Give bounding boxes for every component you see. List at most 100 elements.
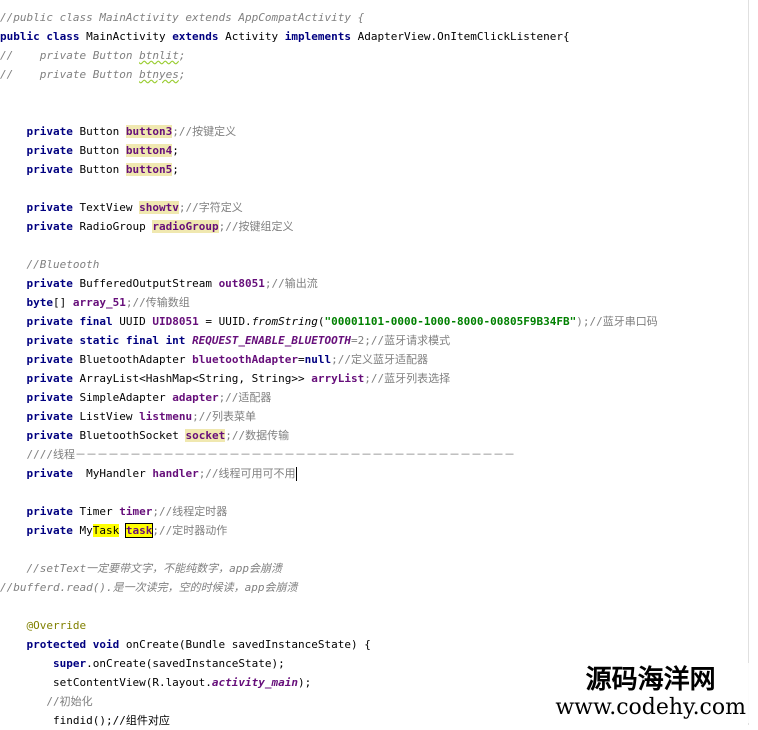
code-token: handler [152,467,199,480]
code-token: showtv [139,201,179,214]
code-token: //public class MainActivity extends AppC… [0,11,365,24]
code-line[interactable]: protected void onCreate(Bundle savedInst… [0,635,371,654]
code-token: UID8051 [152,315,199,328]
code-token: ;//线程定时器 [152,505,228,518]
code-line[interactable]: super.onCreate(savedInstanceState); [0,654,285,673]
code-token: =2;//蓝牙请求模式 [351,334,451,347]
code-editor[interactable]: //public class MainActivity extends AppC… [0,0,758,727]
code-token: private static final int [0,334,193,347]
code-token: = [298,353,305,366]
code-token: //bufferd.read().是一次读完，空的时候读，app会崩溃 [0,581,298,594]
code-token: ;//适配器 [218,391,272,404]
code-line[interactable]: // private Button btnyes; [0,65,185,84]
code-token: AdapterView.OnItemClickListener{ [357,30,570,43]
code-line[interactable]: setContentView(R.layout.activity_main); [0,673,311,692]
code-token: bluetoothAdapter [192,353,299,366]
code-token: listmenu [139,410,193,423]
code-line[interactable]: findid();//组件对应 [0,711,170,730]
code-token: ;//字符定义 [178,201,243,214]
code-token: Task [92,524,120,537]
code-line[interactable]: private BluetoothAdapter bluetoothAdapte… [0,350,428,369]
code-token: ArrayList<HashMap<String, String>> [79,372,312,385]
code-token: button4 [125,144,173,157]
code-token: private [0,524,80,537]
code-token: button5 [125,163,173,176]
code-token: ; [178,68,186,81]
code-token: private [0,391,80,404]
code-token: fromString [251,315,318,328]
code-token: RadioGroup [79,220,153,233]
code-token: ;//按键定义 [172,125,237,138]
code-token: button3 [125,125,173,138]
code-token: out8051 [218,277,265,290]
code-token: private [0,163,80,176]
code-line[interactable]: byte[] array_51;//传输数组 [0,293,189,312]
code-token: MainActivity [86,30,173,43]
code-line[interactable]: private RadioGroup radioGroup;//按键组定义 [0,217,293,236]
code-line[interactable]: private BufferedOutputStream out8051;//输… [0,274,317,293]
code-token: UUID [119,315,153,328]
code-token: // private Button [0,68,140,81]
code-line[interactable]: private Button button3;//按键定义 [0,122,236,141]
code-line[interactable]: private SimpleAdapter adapter;//适配器 [0,388,271,407]
code-token: radioGroup [152,220,219,233]
code-token: btnlit [139,49,179,62]
code-token: super [0,657,87,670]
code-token: private [0,505,80,518]
code-token: private [0,277,80,290]
code-line[interactable]: @Override [0,616,86,635]
code-token: TextView [79,201,140,214]
code-line[interactable]: private ListView listmenu;//列表菜单 [0,407,256,426]
code-token: null [304,353,332,366]
code-line[interactable]: //setText一定要带文字，不能纯数字，app会崩溃 [0,559,281,578]
code-token: private [0,372,80,385]
code-line[interactable]: //bufferd.read().是一次读完，空的时候读，app会崩溃 [0,578,297,597]
code-token: // private Button [0,49,140,62]
code-line[interactable]: private Timer timer;//线程定时器 [0,502,227,521]
code-token: socket [185,429,226,442]
code-token: ListView [79,410,140,423]
code-token: private final [0,315,120,328]
code-line[interactable]: private MyHandler handler;//线程可用可不用 [0,464,297,483]
code-token: ;//列表菜单 [192,410,256,423]
watermark: 源码海洋网 www.codehy.com [551,663,750,723]
code-token: ;//线程可用可不用 [198,467,296,480]
code-token: @Override [0,619,87,632]
code-token: private [0,429,80,442]
code-line[interactable]: private static final int REQUEST_ENABLE_… [0,331,450,350]
code-token: MyHandler [86,467,153,480]
code-token: ); [298,676,312,689]
code-line[interactable]: private Button button5; [0,160,179,179]
code-line[interactable]: private final UUID UID8051 = UUID.fromSt… [0,312,658,331]
code-token: "00001101-0000-1000-8000-00805F9B34FB" [324,315,577,328]
code-token: ; [172,144,179,157]
code-line[interactable]: // private Button btnlit; [0,46,185,65]
code-token: array_51 [72,296,126,309]
code-token: onCreate(Bundle savedInstanceState) { [125,638,371,651]
code-token: //初始化 [0,695,93,708]
code-token: [] [52,296,73,309]
code-line[interactable]: ////线程－－－－－－－－－－－－－－－－－－－－－－－－－－－－－－－－－－… [0,445,515,464]
code-line[interactable]: private TextView showtv;//字符定义 [0,198,243,217]
code-token: ; [178,49,186,62]
code-line[interactable]: private BluetoothSocket socket;//数据传输 [0,426,289,445]
code-line[interactable]: private ArrayList<HashMap<String, String… [0,369,450,388]
code-token: );//蓝牙串口码 [576,315,658,328]
code-line[interactable]: //初始化 [0,692,93,711]
code-line[interactable]: private Button button4; [0,141,179,160]
code-token: private [0,125,80,138]
code-line[interactable]: private MyTask task;//定时器动作 [0,521,227,540]
code-line[interactable]: public class MainActivity extends Activi… [0,27,570,46]
code-token: activity_main [211,676,299,689]
code-token: = UUID. [198,315,252,328]
code-token: //Bluetooth [0,258,100,271]
code-line[interactable]: //Bluetooth [0,255,99,274]
code-token: Button [79,163,126,176]
code-token: Timer [79,505,120,518]
code-token: ;//蓝牙列表选择 [364,372,451,385]
code-token: adapter [172,391,219,404]
code-token: byte [0,296,53,309]
code-token: BufferedOutputStream [79,277,219,290]
code-token: ;//数据传输 [225,429,290,442]
code-line[interactable]: //public class MainActivity extends AppC… [0,8,364,27]
